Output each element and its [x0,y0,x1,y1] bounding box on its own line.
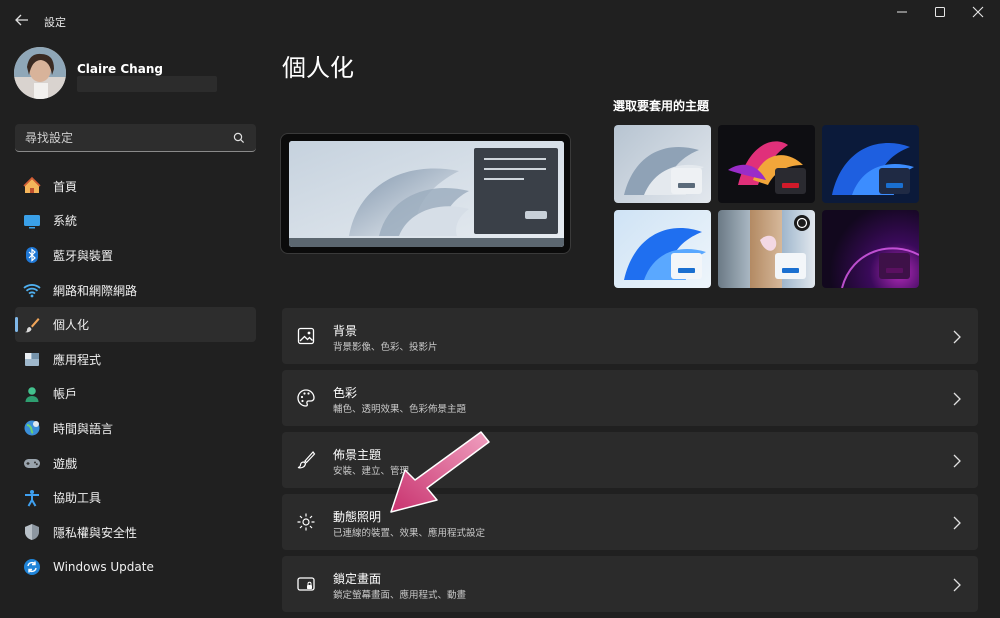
card-title: 背景 [333,324,358,338]
sidebar-item-label: 首頁 [53,179,78,194]
user-name: Claire Chang [77,62,163,76]
sidebar-item-time-language[interactable]: 時間與語言 [15,411,256,446]
sidebar-item-apps[interactable]: 應用程式 [15,342,256,377]
brush-icon [23,316,41,334]
theme-accent-preview [775,253,806,279]
sidebar-item-label: 隱私權與安全性 [53,525,138,540]
title-bar: 設定 [0,0,1000,42]
chevron-right-icon [952,515,962,530]
sidebar-item-label: 遊戲 [53,456,78,471]
chevron-right-icon [952,391,962,406]
wifi-icon [23,281,41,299]
card-subtitle: 背景影像、色彩、投影片 [333,342,438,353]
bluetooth-icon [23,246,41,264]
apps-icon [23,350,41,368]
sidebar-item-gaming[interactable]: 遊戲 [15,446,256,481]
theme-thumbnail-captured-motion[interactable] [718,210,815,288]
sidebar-item-personalization[interactable]: 個人化 [15,307,256,342]
windows-update-icon [23,558,41,576]
back-arrow-icon[interactable] [12,12,32,32]
theme-thumbnail-light-bloom[interactable] [614,125,711,203]
sidebar-item-accounts[interactable]: 帳戶 [15,377,256,412]
sidebar-item-accessibility[interactable]: 協助工具 [15,480,256,515]
sidebar-item-label: 網路和網際網路 [53,283,138,298]
card-title: 鎖定畫面 [333,572,382,586]
card-title: 動態照明 [333,510,382,524]
theme-accent-preview [671,168,702,194]
sidebar-item-network[interactable]: 網路和網際網路 [15,273,256,308]
sidebar-item-label: 藍牙與裝置 [53,248,114,263]
globe-icon [23,419,41,437]
sidebar-item-system[interactable]: 系統 [15,204,256,239]
theme-preview [280,133,571,254]
theme-accent-preview [879,253,910,279]
theme-thumbnail-light-windows[interactable] [614,210,711,288]
theme-thumbnail-glow[interactable] [718,125,815,203]
sidebar-item-home[interactable]: 首頁 [15,169,256,204]
card-subtitle: 輔色、透明效果、色彩佈景主題 [333,404,467,415]
home-icon [23,177,41,195]
minimize-icon[interactable] [884,4,920,26]
lighting-icon [296,512,316,532]
theme-accent-preview [671,253,702,279]
sidebar-item-privacy-security[interactable]: 隱私權與安全性 [15,515,256,550]
lock-screen-icon [296,574,316,594]
sidebar-item-label: 時間與語言 [53,421,114,436]
image-icon [296,326,316,346]
shield-icon [23,523,41,541]
chevron-right-icon [952,577,962,592]
sidebar-item-label: 帳戶 [53,387,78,402]
window-title: 設定 [44,16,66,29]
search-icon[interactable] [232,130,246,144]
sidebar-item-label: 個人化 [53,318,90,333]
close-icon[interactable] [960,4,996,26]
sidebar-item-label: 系統 [53,214,78,229]
card-themes[interactable]: 佈景主題 安裝、建立、管理 [282,432,978,488]
sidebar-item-label: 協助工具 [53,491,102,506]
gamepad-icon [23,454,41,472]
avatar[interactable] [14,47,66,99]
sidebar-item-windows-update[interactable]: Windows Update [15,550,256,585]
page-title: 個人化 [282,54,354,82]
sidebar-item-bluetooth[interactable]: 藍牙與裝置 [15,238,256,273]
theme-accent-preview [775,168,806,194]
card-title: 佈景主題 [333,448,382,462]
brush-icon [296,450,316,470]
theme-thumbnail-flow[interactable] [822,210,919,288]
system-icon [23,212,41,230]
sidebar-nav: 首頁 系統 藍牙與裝置 網路和網際網路 個人化 應用程式 帳戶 時間與語言 遊戲… [15,169,256,584]
user-email-redacted [77,76,217,92]
theme-thumbnail-dark-bloom[interactable] [822,125,919,203]
chevron-right-icon [952,329,962,344]
card-title: 色彩 [333,386,358,400]
account-icon [23,385,41,403]
card-background[interactable]: 背景 背景影像、色彩、投影片 [282,308,978,364]
theme-section-label: 選取要套用的主題 [613,99,710,113]
chevron-right-icon [952,453,962,468]
accessibility-icon [23,489,41,507]
search-box[interactable] [15,124,256,152]
sidebar-item-label: 應用程式 [53,352,102,367]
palette-icon [296,388,316,408]
card-subtitle: 鎖定螢幕畫面、應用程式、動畫 [333,590,467,601]
card-subtitle: 已連線的裝置、效果、應用程式設定 [333,528,486,539]
card-subtitle: 安裝、建立、管理 [333,466,410,477]
theme-accent-preview [879,168,910,194]
settings-list: 背景 背景影像、色彩、投影片 色彩 輔色、透明效果、色彩佈景主題 佈景主題 安裝… [282,308,978,618]
maximize-icon[interactable] [922,4,958,26]
preview-screen [289,141,564,247]
card-dynamic-lighting[interactable]: 動態照明 已連線的裝置、效果、應用程式設定 [282,494,978,550]
card-lock-screen[interactable]: 鎖定畫面 鎖定螢幕畫面、應用程式、動畫 [282,556,978,612]
search-input[interactable] [25,129,225,147]
card-colors[interactable]: 色彩 輔色、透明效果、色彩佈景主題 [282,370,978,426]
sidebar-item-label: Windows Update [53,559,154,574]
